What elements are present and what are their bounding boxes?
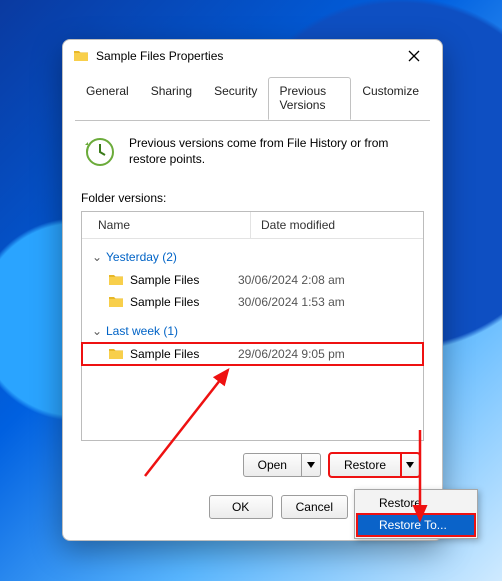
intro-row: Previous versions come from File History… — [81, 135, 424, 169]
chevron-down-icon: ⌄ — [92, 250, 102, 264]
close-button[interactable] — [396, 42, 432, 70]
tab-panel: Previous versions come from File History… — [63, 121, 442, 529]
restore-dropdown-caret[interactable] — [401, 453, 420, 477]
col-name[interactable]: Name — [82, 218, 250, 232]
close-icon — [408, 50, 420, 62]
folder-icon — [108, 272, 124, 288]
open-dropdown-caret[interactable] — [302, 453, 321, 477]
restore-button[interactable]: Restore — [329, 453, 401, 477]
tab-security[interactable]: Security — [203, 77, 268, 120]
window-title: Sample Files Properties — [96, 49, 396, 63]
folder-icon — [73, 48, 89, 64]
action-button-row: Open Restore — [81, 453, 424, 477]
menu-item-restore[interactable]: Restore — [357, 492, 475, 514]
ok-button[interactable]: OK — [209, 495, 273, 519]
row-date: 30/06/2024 2:08 am — [238, 273, 345, 287]
menu-item-restore-to[interactable]: Restore To... — [357, 514, 475, 536]
titlebar[interactable]: Sample Files Properties — [63, 40, 442, 72]
row-name: Sample Files — [130, 273, 238, 287]
version-row[interactable]: Sample Files 30/06/2024 1:53 am — [82, 291, 423, 313]
caret-down-icon — [307, 462, 315, 468]
group-yesterday[interactable]: ⌄ Yesterday (2) — [82, 245, 423, 269]
row-name: Sample Files — [130, 347, 238, 361]
folder-icon — [108, 346, 124, 362]
history-icon — [81, 135, 115, 169]
restore-split-button[interactable]: Restore — [329, 453, 420, 477]
tab-previous-versions[interactable]: Previous Versions — [268, 77, 351, 120]
group-label: Last week (1) — [106, 324, 178, 338]
cancel-button[interactable]: Cancel — [281, 495, 348, 519]
caret-down-icon — [406, 462, 414, 468]
open-split-button[interactable]: Open — [243, 453, 321, 477]
row-date: 29/06/2024 9:05 pm — [238, 347, 345, 361]
group-label: Yesterday (2) — [106, 250, 177, 264]
tab-general[interactable]: General — [75, 77, 140, 120]
version-row[interactable]: Sample Files 30/06/2024 2:08 am — [82, 269, 423, 291]
folder-versions-label: Folder versions: — [81, 191, 424, 205]
open-button[interactable]: Open — [243, 453, 302, 477]
versions-list[interactable]: Name Date modified ⌄ Yesterday (2) Sampl… — [81, 211, 424, 441]
chevron-down-icon: ⌄ — [92, 324, 102, 338]
version-row-selected[interactable]: Sample Files 29/06/2024 9:05 pm — [82, 343, 423, 365]
col-date[interactable]: Date modified — [250, 212, 423, 238]
tab-customize[interactable]: Customize — [351, 77, 430, 120]
tab-strip: General Sharing Security Previous Versio… — [63, 76, 442, 120]
column-headers[interactable]: Name Date modified — [82, 212, 423, 239]
folder-icon — [108, 294, 124, 310]
tab-sharing[interactable]: Sharing — [140, 77, 203, 120]
intro-text: Previous versions come from File History… — [129, 135, 424, 167]
properties-dialog: Sample Files Properties General Sharing … — [62, 39, 443, 541]
group-last-week[interactable]: ⌄ Last week (1) — [82, 319, 423, 343]
row-date: 30/06/2024 1:53 am — [238, 295, 345, 309]
row-name: Sample Files — [130, 295, 238, 309]
restore-menu: Restore Restore To... — [354, 489, 478, 539]
